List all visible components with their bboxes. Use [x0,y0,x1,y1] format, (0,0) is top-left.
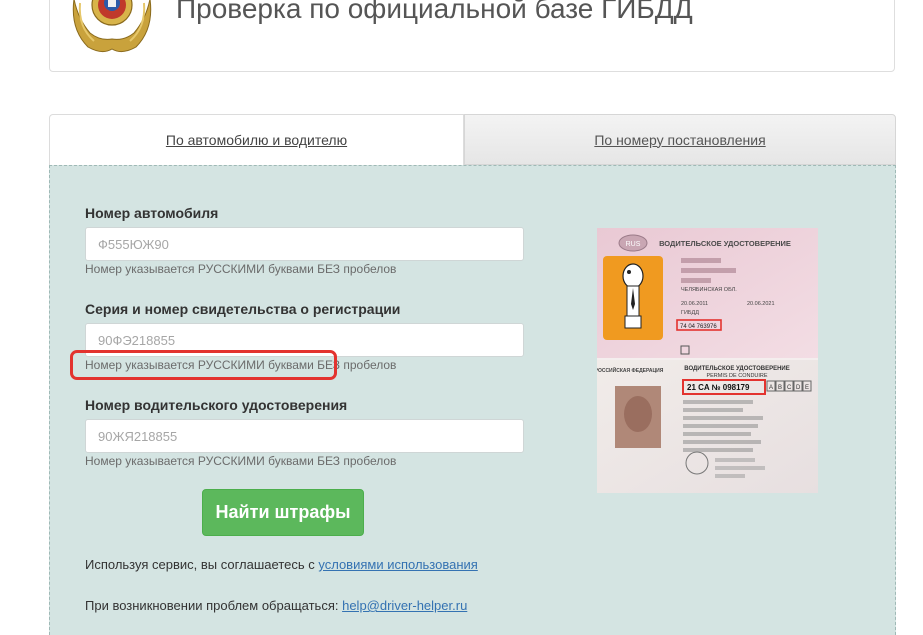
header-card: Проверка по официальной базе ГИБДД [49,0,895,72]
front-number-text: 74 04 763976 [680,324,717,330]
licence-issued: 20.06.2011 [681,301,708,307]
back-number-text: 21 CA № 098179 [687,383,750,392]
contact-prefix: При возникновении проблем обращаться: [85,598,343,613]
licence-expires: 20.06.2021 [747,301,775,307]
category-a: A [769,385,773,391]
category-e: E [805,385,809,391]
category-c: C [787,385,792,391]
find-fines-button[interactable]: Найти штрафы [202,489,364,536]
search-form-panel: Номер автомобиля Номер указывается РУССК… [49,165,896,635]
rus-badge: RUS [618,234,648,252]
car-number-label: Номер автомобиля [85,205,219,221]
terms-text: Используя сервис, вы соглашаетесь с усло… [85,557,478,572]
car-number-input[interactable] [85,227,524,261]
licence-country-name: РОССИЙСКАЯ ФЕДЕРАЦИЯ [597,366,664,374]
registration-label: Серия и номер свидетельства о регистраци… [85,301,401,317]
page-title: Проверка по официальной базе ГИБДД [176,0,693,24]
tab-by-car-and-driver[interactable]: По автомобилю и водителю [49,114,464,165]
contact-email-link[interactable]: help@driver-helper.ru [342,598,467,613]
license-hint: Номер указывается РУССКИМИ буквами БЕЗ п… [85,454,397,468]
licence-stamp-text: ГИБДД [681,310,699,316]
licence-back-subtitle: PERMIS DE CONDUIRE [706,373,767,379]
license-label: Номер водительского удостоверения [85,397,348,413]
contact-text: При возникновении проблем обращаться: he… [85,598,467,613]
hint-highlight-box [70,350,337,380]
driver-licence-sample-image: RUS ВОДИТЕЛЬСКОЕ УДОСТОВЕРЕНИЕ ЧЕЛЯБИНСК… [597,228,818,493]
licence-back-title: ВОДИТЕЛЬСКОЕ УДОСТОВЕРЕНИЕ [684,366,789,372]
category-b: B [778,385,782,391]
license-input[interactable] [85,419,524,453]
search-tabs: По автомобилю и водителю По номеру поста… [49,114,896,165]
terms-prefix: Используя сервис, вы соглашаетесь с [85,557,319,572]
rus-badge-text: RUS [626,241,641,248]
tab-by-resolution-number[interactable]: По номеру постановления [464,114,896,165]
licence-region: ЧЕЛЯБИНСКАЯ ОБЛ. [681,287,737,293]
car-number-hint: Номер указывается РУССКИМИ буквами БЕЗ п… [85,262,397,276]
category-d: D [796,385,801,391]
licence-front-title: ВОДИТЕЛЬСКОЕ УДОСТОВЕРЕНИЕ [659,239,791,248]
terms-link[interactable]: условиями использования [318,557,477,572]
gibdd-emblem-icon [72,0,152,53]
